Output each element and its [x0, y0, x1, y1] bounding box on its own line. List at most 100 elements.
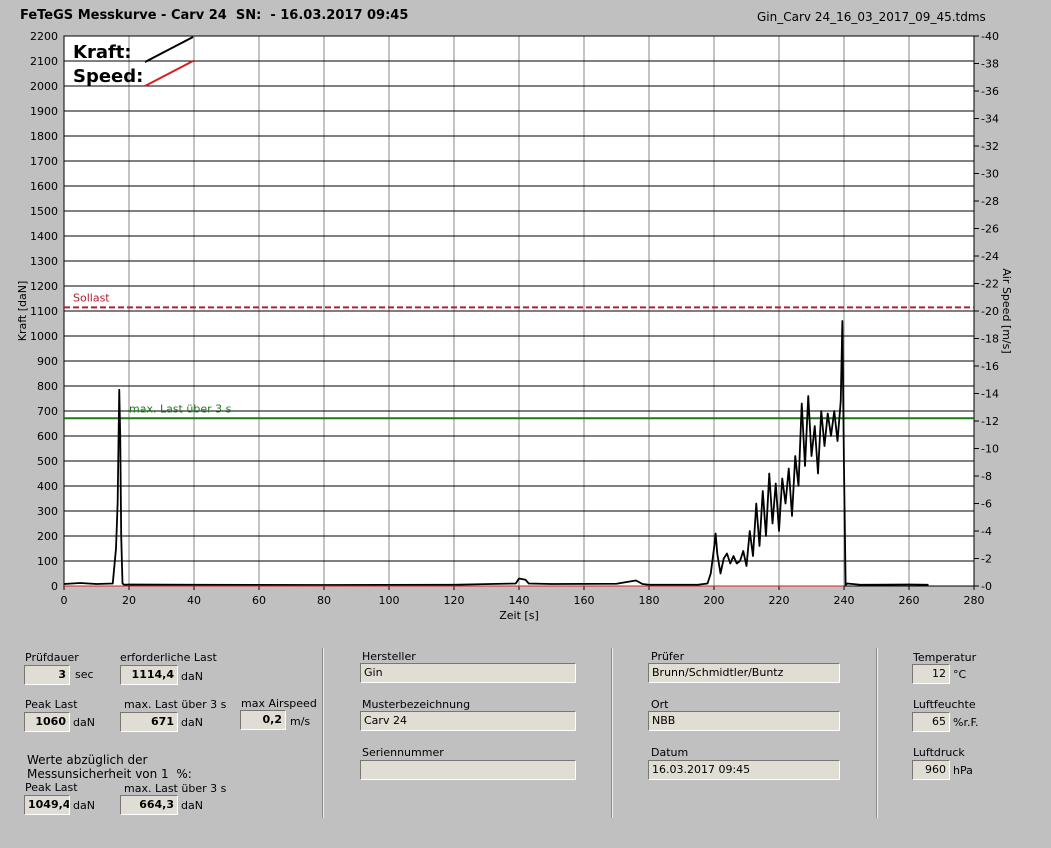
x-tick-label: 60 [252, 594, 266, 607]
erf-last-label: erforderliche Last [120, 651, 217, 664]
max-airspeed-value: 0,2 [240, 710, 286, 730]
max-airspeed-label: max Airspeed [241, 697, 317, 710]
y-axis-label: Kraft [daN] [16, 281, 29, 342]
luftdruck-label: Luftdruck [913, 746, 965, 759]
y-tick-label: 200 [37, 530, 58, 543]
y-tick-label: 700 [37, 405, 58, 418]
y2-tick-label: -34 [981, 113, 999, 126]
y2-axis-label: Air Speed [m/s] [1000, 268, 1013, 353]
y-tick-label: 1400 [30, 230, 58, 243]
y-tick-label: 2100 [30, 55, 58, 68]
temperatur-value: 12 [912, 664, 950, 684]
peak-last-label: Peak Last [25, 698, 78, 711]
pruefdauer-label: Prüfdauer [25, 651, 79, 664]
x-tick-label: 100 [379, 594, 400, 607]
hersteller-field[interactable]: Gin [360, 663, 576, 683]
y-tick-label: 1600 [30, 180, 58, 193]
x-tick-label: 260 [899, 594, 920, 607]
x-tick-label: 20 [122, 594, 136, 607]
y-tick-label: 2000 [30, 80, 58, 93]
max-airspeed-unit: m/s [290, 715, 311, 728]
y-tick-label: 1000 [30, 330, 58, 343]
y2-tick-label: -28 [981, 195, 999, 208]
ort-label: Ort [651, 698, 669, 711]
y-tick-label: 1500 [30, 205, 58, 218]
y2-tick-label: -38 [981, 58, 999, 71]
y2-tick-label: -36 [981, 85, 999, 98]
sollast-label: Sollast [73, 291, 110, 304]
legend-speed-label: Speed: [73, 66, 143, 87]
y2-tick-label: -40 [981, 30, 999, 43]
y-tick-label: 1700 [30, 155, 58, 168]
peak-last2-value: 1049,4 [24, 795, 70, 815]
pruefdauer-unit: sec [75, 668, 94, 681]
y2-tick-label: -14 [981, 388, 999, 401]
peak-last2-unit: daN [73, 799, 95, 812]
y-tick-label: 1800 [30, 130, 58, 143]
pruefdauer-value: 3 [24, 665, 70, 685]
y-tick-label: 900 [37, 355, 58, 368]
y-tick-label: 300 [37, 505, 58, 518]
y2-tick-label: -26 [981, 223, 999, 236]
muster-field[interactable]: Carv 24 [360, 711, 576, 731]
erf-last-unit: daN [181, 670, 203, 683]
x-tick-label: 160 [574, 594, 595, 607]
y2-tick-label: -24 [981, 250, 999, 263]
separator [876, 648, 878, 818]
y2-tick-label: -10 [981, 443, 999, 456]
y2-tick-label: -6 [981, 498, 992, 511]
y-tick-label: 500 [37, 455, 58, 468]
y-tick-label: 100 [37, 555, 58, 568]
luftfeuchte-unit: %r.F. [953, 716, 979, 729]
peak-last-value: 1060 [24, 712, 70, 732]
x-tick-label: 140 [509, 594, 530, 607]
uncertainty-note: Werte abzüglich der Messunsicherheit von… [27, 753, 192, 781]
separator [322, 648, 324, 818]
datum-label: Datum [651, 746, 689, 759]
y-tick-label: 1900 [30, 105, 58, 118]
y2-tick-label: -32 [981, 140, 999, 153]
y-tick-label: 0 [51, 580, 58, 593]
legend-kraft-label: Kraft: [73, 42, 132, 63]
muster-label: Musterbezeichnung [362, 698, 471, 711]
max-last-line-label: max. Last über 3 s [129, 402, 232, 415]
x-tick-label: 240 [834, 594, 855, 607]
y2-tick-label: -0 [981, 580, 992, 593]
x-tick-label: 120 [444, 594, 465, 607]
peak-last2-label: Peak Last [25, 781, 78, 794]
y-tick-label: 1200 [30, 280, 58, 293]
y-tick-label: 800 [37, 380, 58, 393]
y-tick-label: 2200 [30, 30, 58, 43]
x-tick-label: 40 [187, 594, 201, 607]
serien-label: Seriennummer [362, 746, 444, 759]
erf-last-value: 1114,4 [120, 665, 178, 685]
y-tick-label: 400 [37, 480, 58, 493]
y-tick-label: 1100 [30, 305, 58, 318]
luftdruck-unit: hPa [953, 764, 973, 777]
y-tick-label: 600 [37, 430, 58, 443]
hersteller-label: Hersteller [362, 650, 416, 663]
serien-field[interactable] [360, 760, 576, 780]
pruefer-label: Prüfer [651, 650, 685, 663]
max-last-unit: daN [181, 716, 203, 729]
ort-field[interactable]: NBB [648, 711, 840, 731]
max-last2-unit: daN [181, 799, 203, 812]
temperatur-unit: °C [953, 668, 967, 681]
luftfeuchte-value: 65 [912, 712, 950, 732]
y2-tick-label: -2 [981, 553, 992, 566]
peak-last-unit: daN [73, 716, 95, 729]
y2-tick-label: -16 [981, 360, 999, 373]
y2-tick-label: -20 [981, 305, 999, 318]
x-tick-label: 220 [769, 594, 790, 607]
luftfeuchte-label: Luftfeuchte [913, 698, 976, 711]
datum-field[interactable]: 16.03.2017 09:45 [648, 760, 840, 780]
x-tick-label: 280 [964, 594, 985, 607]
max-last-value: 671 [120, 712, 178, 732]
temperatur-label: Temperatur [913, 651, 977, 664]
x-tick-label: 0 [61, 594, 68, 607]
y-tick-label: 1300 [30, 255, 58, 268]
y2-tick-label: -4 [981, 525, 992, 538]
pruefer-field[interactable]: Brunn/Schmidtler/Buntz [648, 663, 840, 683]
x-tick-label: 200 [704, 594, 725, 607]
separator [611, 648, 613, 818]
